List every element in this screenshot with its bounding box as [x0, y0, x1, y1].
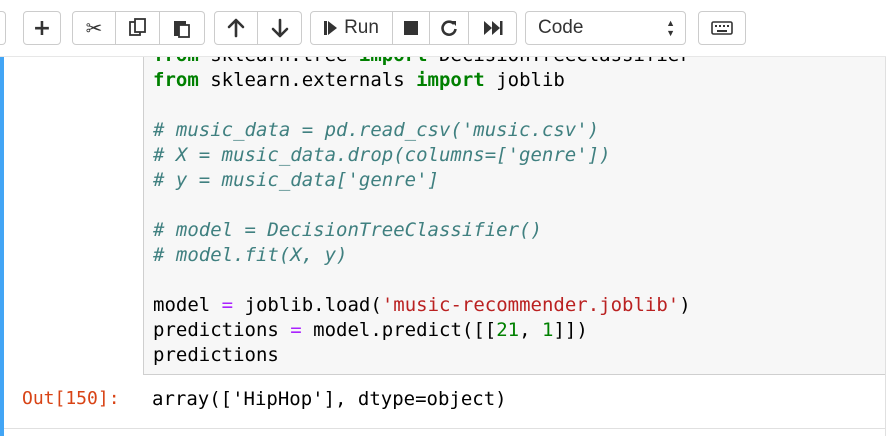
paste-button[interactable]	[160, 11, 205, 45]
code-line: model = joblib.load('music-recommender.j…	[153, 294, 691, 316]
paste-icon	[174, 21, 190, 38]
command-palette-button[interactable]	[698, 11, 746, 45]
cell-type-value: Code	[538, 17, 584, 38]
output-prompt: Out[150]:	[22, 388, 120, 409]
select-arrows-icon: ▲ ▼	[666, 18, 675, 38]
code-comment: # X = music_data.drop(columns=['genre'])	[153, 144, 611, 166]
notebook-toolbar: + ✂ Run Code ▲ ▼	[0, 0, 886, 57]
copy-button[interactable]	[116, 11, 160, 45]
move-down-button[interactable]	[258, 11, 302, 45]
toolbar-partial-button[interactable]	[0, 11, 6, 45]
code-line: from sklearn.tree import DecisionTreeCla…	[153, 57, 691, 66]
cut-button[interactable]: ✂	[72, 11, 116, 45]
stop-button[interactable]	[393, 11, 430, 45]
run-all-button[interactable]	[469, 11, 517, 45]
code-line: predictions = model.predict([[21, 1]])	[153, 319, 588, 341]
code-line: predictions	[153, 344, 279, 366]
run-label: Run	[344, 17, 379, 38]
cell-bottom-border	[4, 428, 886, 429]
output-text: array(['HipHop'], dtype=object)	[152, 388, 507, 410]
copy-icon	[128, 18, 146, 36]
scissors-icon: ✂	[85, 16, 103, 40]
run-button[interactable]: Run	[310, 11, 393, 45]
run-icon	[324, 21, 338, 35]
plus-icon: +	[32, 15, 52, 41]
code-comment: # model = DecisionTreeClassifier()	[153, 219, 542, 241]
arrow-up-icon	[227, 18, 245, 38]
code-line: from sklearn.externals import joblib	[153, 69, 565, 91]
selected-cell-indicator	[0, 57, 4, 436]
stop-icon	[404, 21, 418, 35]
insert-cell-button[interactable]: +	[23, 11, 61, 45]
move-up-button[interactable]	[214, 11, 258, 45]
restart-button[interactable]	[430, 11, 469, 45]
fast-forward-icon	[483, 21, 502, 35]
code-comment: # model.fit(X, y)	[153, 244, 348, 266]
arrow-down-icon	[271, 18, 288, 38]
code-cell-input[interactable]: from sklearn.tree import DecisionTreeCla…	[143, 57, 886, 375]
keyboard-icon	[711, 21, 733, 35]
code-comment: # music_data = pd.read_csv('music.csv')	[153, 119, 600, 141]
cell-type-select[interactable]: Code ▲ ▼	[525, 11, 686, 45]
restart-icon	[441, 20, 457, 36]
code-comment: # y = music_data['genre']	[153, 169, 439, 191]
